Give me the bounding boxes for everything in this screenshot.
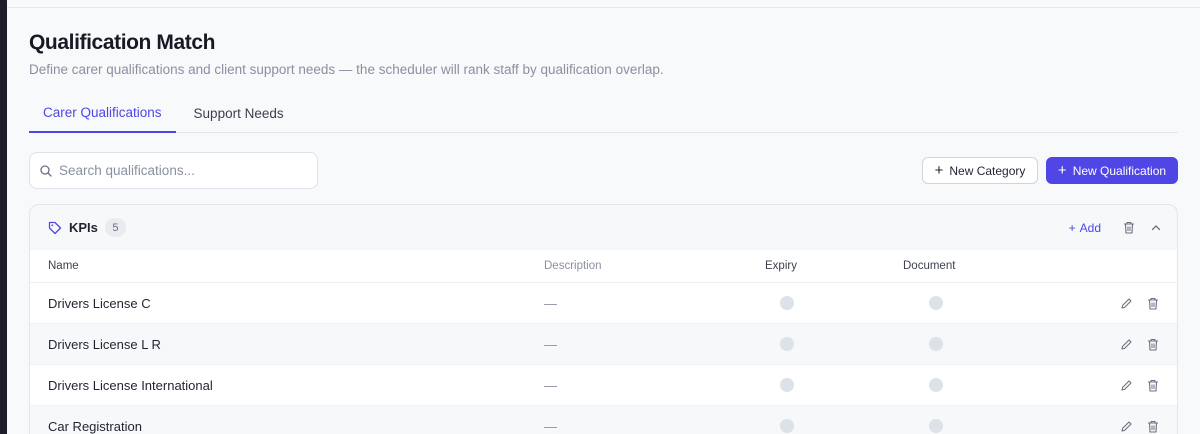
trash-icon[interactable]: [1123, 221, 1135, 234]
document-indicator: [929, 419, 943, 433]
qualification-name: Drivers License L R: [48, 336, 161, 352]
expiry-indicator: [780, 419, 794, 433]
search-box[interactable]: [29, 152, 318, 189]
expiry-indicator: [780, 296, 794, 310]
table-row: Drivers License International —: [30, 365, 1177, 406]
trash-icon[interactable]: [1147, 338, 1159, 351]
trash-icon[interactable]: [1147, 420, 1159, 433]
expiry-indicator: [780, 337, 794, 351]
qualification-description: —: [544, 418, 557, 434]
edit-pencil-icon[interactable]: [1120, 379, 1133, 392]
tab-support-needs[interactable]: Support Needs: [176, 94, 298, 133]
qualification-description: —: [544, 295, 557, 311]
topbar-divider: [7, 7, 1200, 8]
page-subtitle: Define carer qualifications and client s…: [29, 62, 664, 77]
table-row: Car Registration —: [30, 406, 1177, 434]
app-sidebar-rail: [0, 0, 7, 434]
document-indicator: [929, 378, 943, 392]
qualification-name: Drivers License C: [48, 295, 151, 311]
search-icon: [40, 164, 52, 177]
category-header: KPIs 5 + Add: [30, 205, 1177, 250]
column-header-document: Document: [903, 260, 956, 272]
table-row: Drivers License C —: [30, 283, 1177, 324]
edit-pencil-icon[interactable]: [1120, 338, 1133, 351]
trash-icon[interactable]: [1147, 297, 1159, 310]
trash-icon[interactable]: [1147, 379, 1159, 392]
search-input[interactable]: [59, 163, 299, 178]
qualification-description: —: [544, 336, 557, 352]
edit-pencil-icon[interactable]: [1120, 297, 1133, 310]
table-header: Name Description Expiry Document: [30, 250, 1177, 283]
category-name: KPIs: [69, 220, 98, 235]
add-qualification-link[interactable]: + Add: [1069, 221, 1101, 235]
qualifications-table: Name Description Expiry Document Drivers…: [30, 250, 1177, 434]
column-header-expiry: Expiry: [765, 260, 797, 272]
new-qualification-label: New Qualification: [1072, 163, 1167, 178]
plus-icon: +: [1068, 220, 1076, 235]
tab-bar: Carer Qualifications Support Needs: [29, 94, 1178, 133]
page-title: Qualification Match: [29, 31, 216, 54]
add-label: Add: [1079, 220, 1101, 235]
category-panel: KPIs 5 + Add Name Description Expiry Doc…: [29, 204, 1178, 434]
table-row: Drivers License L R —: [30, 324, 1177, 365]
new-qualification-button[interactable]: + New Qualification: [1046, 157, 1178, 184]
plus-icon: +: [934, 161, 944, 179]
expiry-indicator: [780, 378, 794, 392]
category-actions: + Add: [1069, 205, 1161, 250]
qualification-name: Drivers License International: [48, 377, 213, 393]
qualification-name: Car Registration: [48, 418, 142, 434]
edit-pencil-icon[interactable]: [1120, 420, 1133, 433]
chevron-up-icon[interactable]: [1151, 224, 1161, 231]
document-indicator: [929, 337, 943, 351]
new-category-button[interactable]: + New Category: [922, 157, 1038, 184]
new-category-label: New Category: [949, 163, 1026, 178]
plus-icon: +: [1057, 161, 1067, 179]
column-header-description: Description: [544, 260, 602, 272]
document-indicator: [929, 296, 943, 310]
qualification-description: —: [544, 377, 557, 393]
category-count-badge: 5: [104, 218, 126, 237]
tab-carer-qualifications[interactable]: Carer Qualifications: [29, 94, 176, 133]
column-header-name: Name: [48, 260, 79, 272]
tag-icon: [48, 221, 62, 235]
